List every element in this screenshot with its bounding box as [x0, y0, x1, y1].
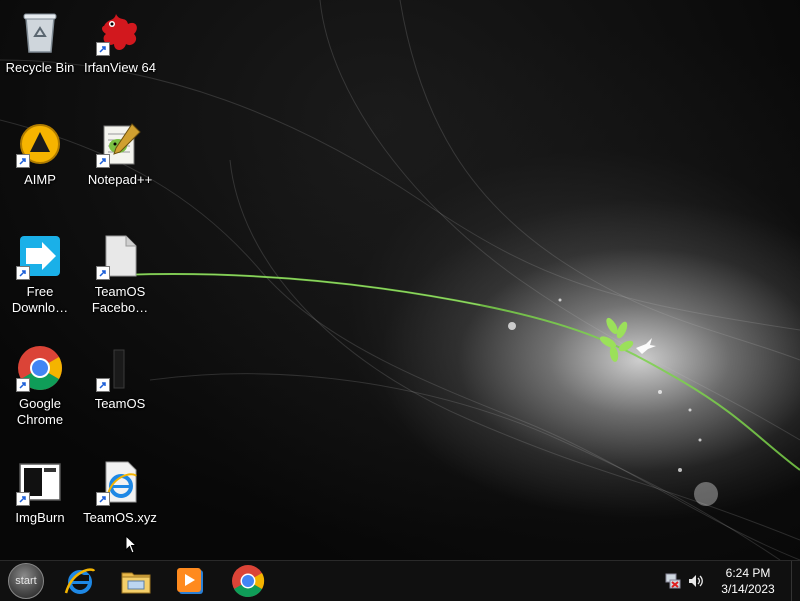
desktop-icon-label: Notepad++: [87, 172, 153, 187]
desktop-icon-teamos-xyz[interactable]: TeamOS.xyz: [82, 458, 158, 526]
desktop-icon-label: TeamOS: [94, 396, 146, 411]
desktop-icon-free-download-manager[interactable]: Free Downlo…: [2, 232, 78, 316]
desktop-icon-label: AIMP: [24, 172, 56, 187]
shortcut-arrow-icon: [16, 378, 30, 392]
clock[interactable]: 6:24 PM 3/14/2023: [712, 565, 784, 597]
leaf-sprig: [599, 317, 634, 362]
chrome-icon: [232, 565, 265, 598]
desktop-icon-label: TeamOS.xyz: [83, 510, 157, 525]
internet-explorer-icon: [64, 568, 96, 594]
start-button[interactable]: start: [8, 563, 44, 599]
clock-time: 6:24 PM: [725, 566, 771, 580]
shortcut-arrow-icon: [16, 492, 30, 506]
shortcut-arrow-icon: [96, 266, 110, 280]
volume-icon: [689, 575, 703, 587]
desktop-icon-label: TeamOS Facebo…: [91, 284, 149, 315]
desktop-icon-notepad-plus-plus[interactable]: Notepad++: [82, 120, 158, 188]
clock-date: 3/14/2023: [721, 582, 775, 596]
shortcut-arrow-icon: [16, 266, 30, 280]
desktop-icon-teamos-facebook[interactable]: TeamOS Facebo…: [82, 232, 158, 316]
desktop-icon-aimp[interactable]: AIMP: [2, 120, 78, 188]
recycle-bin-icon: [23, 13, 57, 53]
file-explorer-icon: [121, 572, 151, 594]
show-desktop-button[interactable]: [791, 561, 800, 601]
taskbar-file-explorer[interactable]: [116, 563, 156, 599]
desktop[interactable]: Recycle Bin AIMP Free Downlo… Google Chr…: [0, 0, 800, 560]
desktop-icon-teamos[interactable]: TeamOS: [82, 344, 158, 412]
desktop-icon-label: ImgBurn: [15, 510, 65, 525]
taskbar: start 6:24 PM 3/14/2023: [0, 560, 800, 601]
network-icon: [665, 573, 681, 589]
desktop-icon-label: Recycle Bin: [5, 60, 75, 75]
desktop-icon-google-chrome[interactable]: Google Chrome: [2, 344, 78, 428]
desktop-icon-label: Free Downlo…: [11, 284, 69, 315]
taskbar-google-chrome[interactable]: [228, 563, 268, 599]
media-player-icon: [177, 568, 203, 594]
taskbar-internet-explorer[interactable]: [60, 563, 100, 599]
taskbar-media-player[interactable]: [170, 563, 210, 599]
shortcut-arrow-icon: [96, 492, 110, 506]
shortcut-arrow-icon: [96, 378, 110, 392]
desktop-icon-label: IrfanView 64: [83, 60, 157, 75]
desktop-icon-irfanview[interactable]: IrfanView 64: [82, 8, 158, 76]
tray-network[interactable]: [664, 572, 682, 590]
shortcut-arrow-icon: [16, 154, 30, 168]
desktop-icon-imgburn[interactable]: ImgBurn: [2, 458, 78, 526]
desktop-icon-label: Google Chrome: [16, 396, 64, 427]
shortcut-arrow-icon: [96, 42, 110, 56]
tray-volume[interactable]: [687, 572, 705, 590]
shortcut-arrow-icon: [96, 154, 110, 168]
mouse-cursor-icon: [125, 535, 138, 554]
desktop-icon-recycle-bin[interactable]: Recycle Bin: [2, 8, 78, 76]
